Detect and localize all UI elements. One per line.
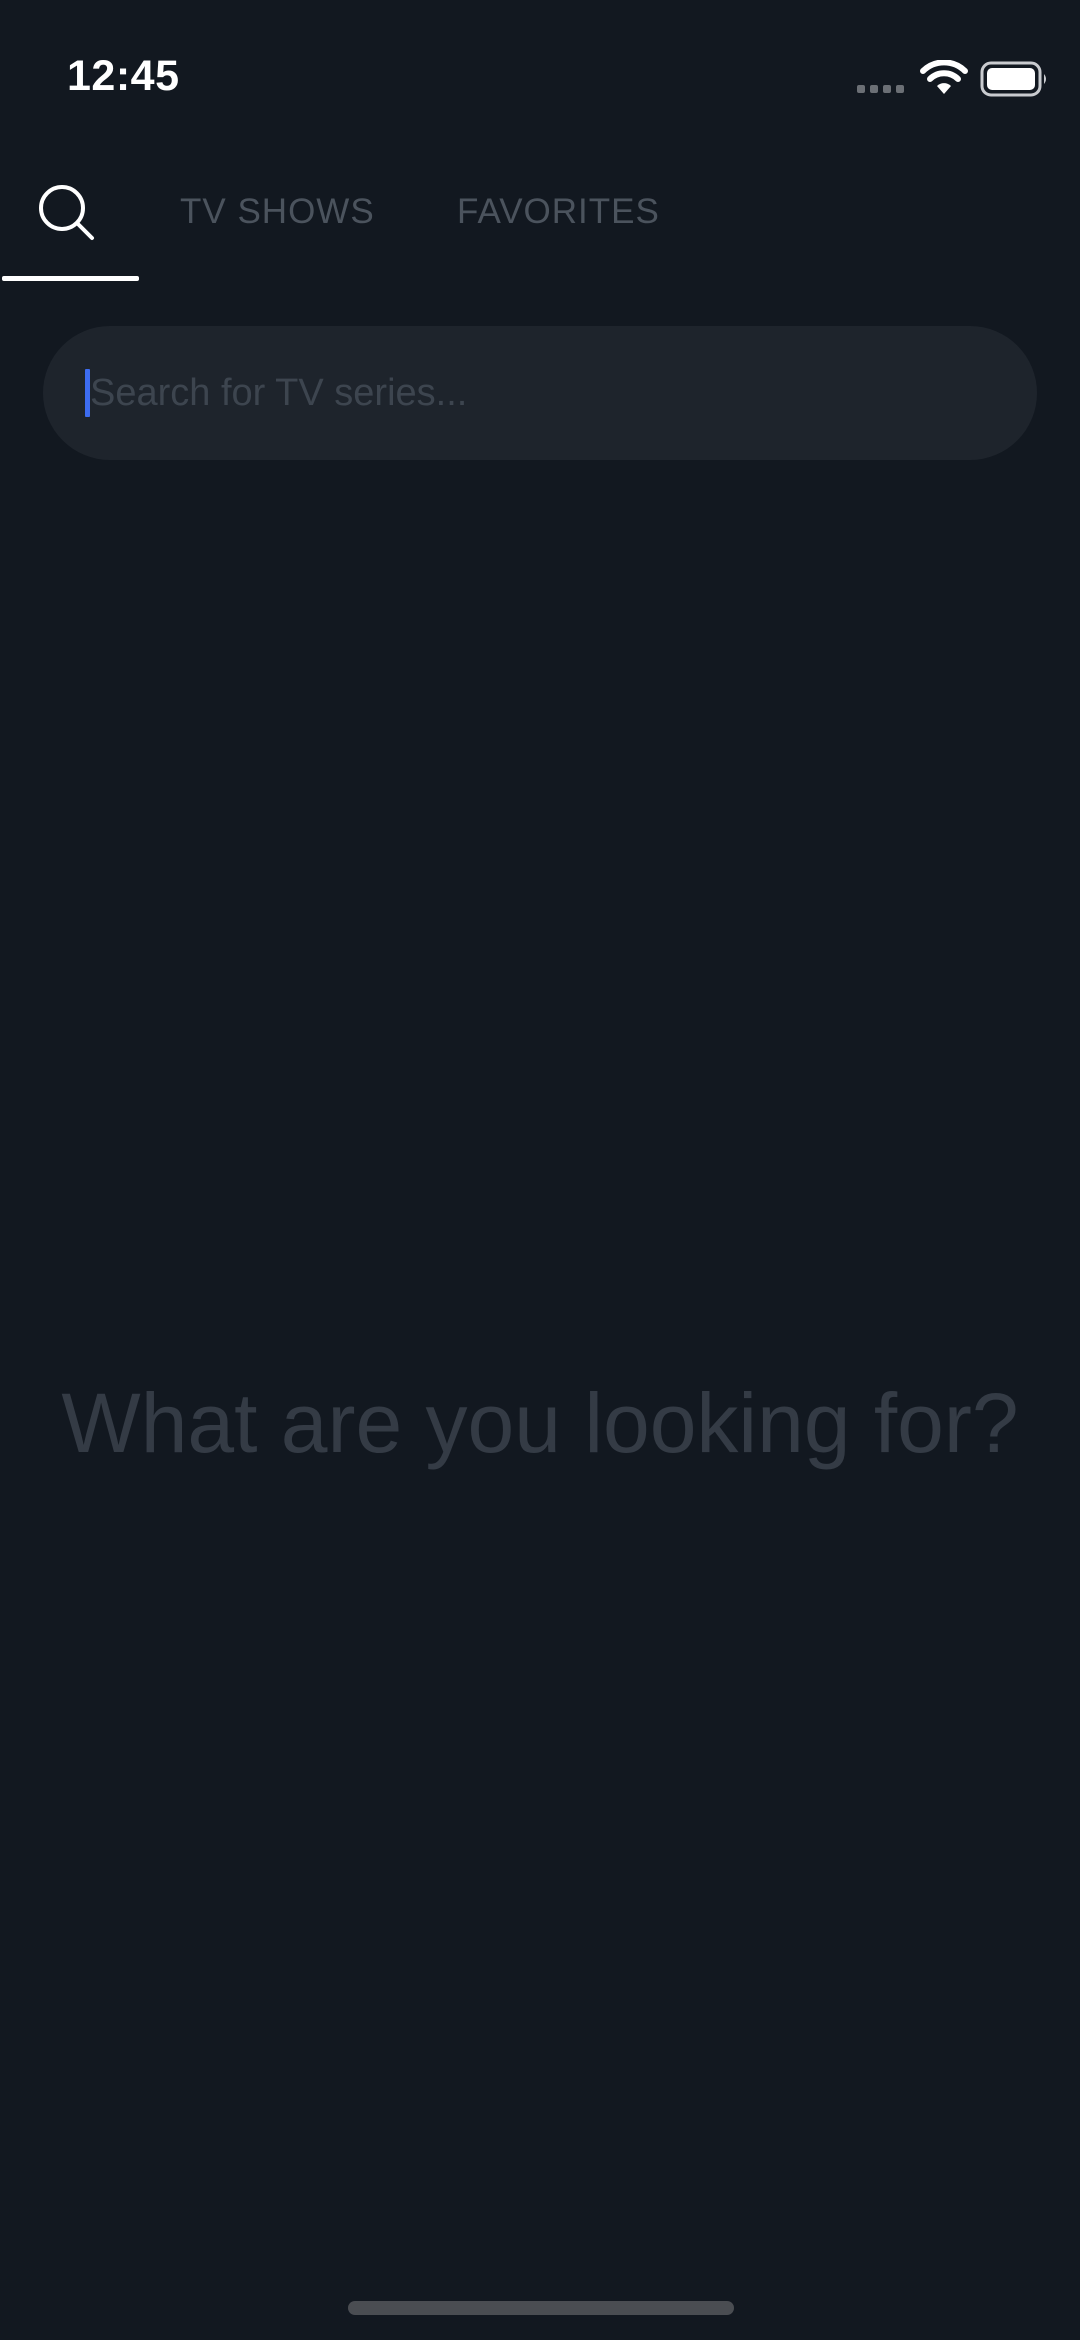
status-time: 12:45	[67, 52, 180, 100]
tab-tv-shows[interactable]: TV SHOWS	[180, 192, 375, 232]
battery-icon	[980, 61, 1046, 97]
cellular-signal-icon	[857, 85, 904, 93]
status-bar: 12:45	[0, 0, 1080, 160]
search-icon	[39, 185, 94, 240]
text-caret	[85, 369, 90, 417]
tab-bar: TV SHOWS FAVORITES	[0, 160, 1080, 282]
tab-search[interactable]	[0, 160, 140, 282]
search-input[interactable]	[90, 326, 1010, 460]
active-tab-indicator	[2, 276, 139, 281]
empty-state-message: What are you looking for?	[61, 1376, 1019, 1470]
home-indicator[interactable]	[348, 2301, 734, 2315]
wifi-icon	[920, 60, 968, 94]
tab-favorites[interactable]: FAVORITES	[457, 192, 660, 232]
